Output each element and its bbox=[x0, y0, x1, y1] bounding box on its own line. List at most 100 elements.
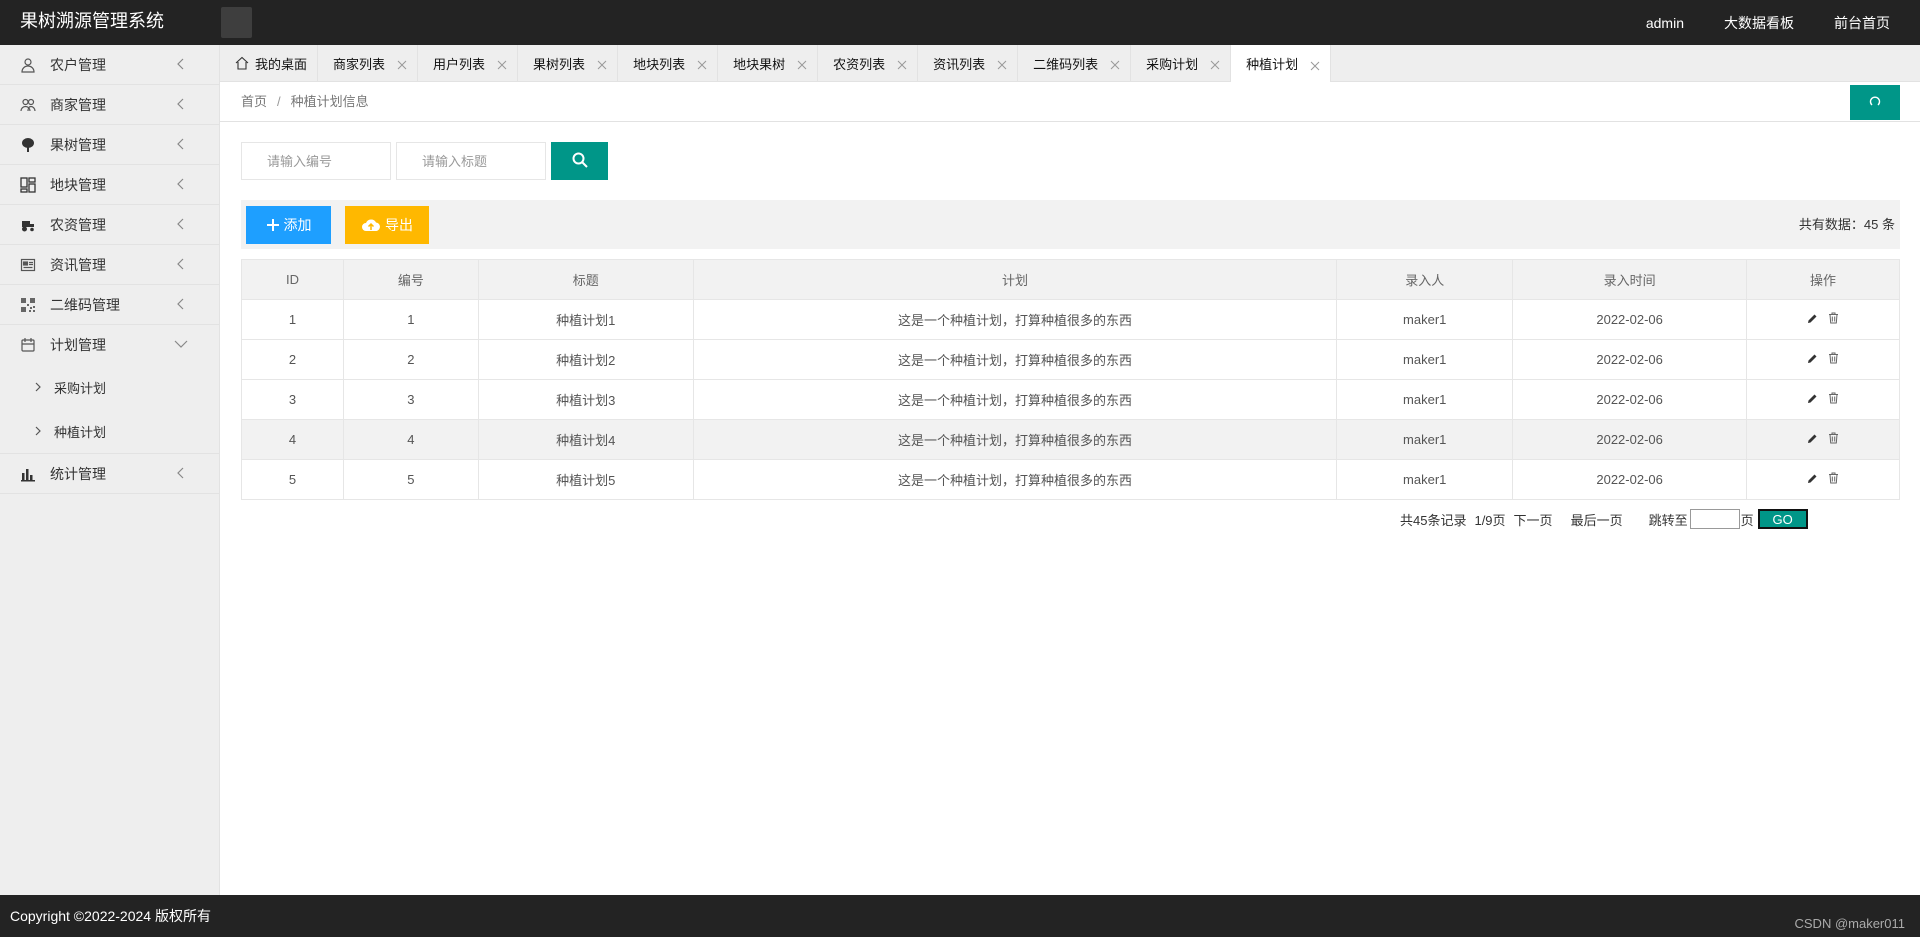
title-cell: 种植计划2 bbox=[477, 339, 694, 380]
creator-cell: maker1 bbox=[1336, 299, 1514, 340]
breadcrumb-home-link[interactable]: 首页 bbox=[241, 94, 267, 109]
delete-icon[interactable] bbox=[1828, 312, 1839, 327]
chevron-left-icon bbox=[173, 136, 189, 152]
sidebar-item-label: 果树管理 bbox=[50, 136, 106, 153]
sidebar-item-plan[interactable]: 计划管理 bbox=[0, 325, 219, 365]
sidebar-item-fruit-tree[interactable]: 果树管理 bbox=[0, 125, 219, 165]
page-unit-label: 页 bbox=[1740, 512, 1754, 528]
next-page-link[interactable]: 下一页 bbox=[1514, 510, 1553, 529]
top-header: 果树溯源管理系统 admin 大数据看板 前台首页 bbox=[0, 0, 1920, 45]
add-button-label: 添加 bbox=[283, 217, 312, 233]
tab-label: 农资列表 bbox=[833, 56, 886, 72]
sidebar-item-land[interactable]: 地块管理 bbox=[0, 165, 219, 205]
delete-icon[interactable] bbox=[1828, 352, 1839, 367]
menu-toggle-button[interactable] bbox=[221, 7, 252, 38]
news-icon bbox=[20, 257, 36, 273]
add-button[interactable]: 添加 bbox=[246, 206, 331, 244]
tab-user-list[interactable]: 用户列表 bbox=[418, 45, 519, 81]
table-row: 4 4 种植计划4 这是一个种植计划，打算种植很多的东西 maker1 2022-02-0… bbox=[241, 419, 1900, 460]
tab-land-fruit-tree[interactable]: 地块果树 bbox=[718, 45, 819, 81]
tab-label: 地块果树 bbox=[733, 56, 786, 72]
actions-cell bbox=[1746, 339, 1900, 380]
chevron-right-icon bbox=[32, 381, 44, 393]
close-icon[interactable] bbox=[1310, 59, 1320, 70]
close-icon[interactable] bbox=[997, 58, 1007, 70]
code-cell: 1 bbox=[342, 299, 479, 340]
refresh-button[interactable] bbox=[1850, 85, 1900, 120]
sidebar-item-label: 农户管理 bbox=[50, 56, 106, 73]
creator-cell: maker1 bbox=[1336, 339, 1514, 380]
sidebar-item-agri-supplies[interactable]: 农资管理 bbox=[0, 205, 219, 245]
table-toolbar: 添加 导出 共有数据：45 条 bbox=[241, 200, 1900, 249]
tree-icon bbox=[20, 137, 36, 153]
jump-page-input[interactable] bbox=[1689, 509, 1740, 529]
delete-icon[interactable] bbox=[1828, 392, 1839, 407]
title-search-input[interactable] bbox=[396, 142, 546, 180]
tab-planting-plan[interactable]: 种植计划 bbox=[1231, 45, 1332, 83]
tab-label: 地块列表 bbox=[633, 56, 686, 72]
tab-label: 商家列表 bbox=[333, 56, 386, 72]
column-header-code: 编号 bbox=[342, 259, 479, 300]
table-row: 5 5 种植计划5 这是一个种植计划，打算种植很多的东西 maker1 2022-02-0… bbox=[241, 459, 1900, 500]
delete-icon[interactable] bbox=[1828, 472, 1839, 487]
close-icon[interactable] bbox=[1210, 58, 1220, 70]
sidebar-item-news[interactable]: 资讯管理 bbox=[0, 245, 219, 285]
export-button[interactable]: 导出 bbox=[345, 206, 429, 244]
pagination: 共45条记录 1/9页 下一页 最后一页 跳转至 页 GO bbox=[1400, 508, 1808, 530]
tab-land-list[interactable]: 地块列表 bbox=[618, 45, 719, 81]
dashboard-link[interactable]: 大数据看板 bbox=[1724, 13, 1794, 33]
sidebar-item-farmer[interactable]: 农户管理 bbox=[0, 45, 219, 85]
edit-icon[interactable] bbox=[1807, 432, 1818, 447]
close-icon[interactable] bbox=[697, 58, 707, 70]
tab-merchant-list[interactable]: 商家列表 bbox=[318, 45, 419, 81]
sidebar-subitem-purchase-plan[interactable]: 采购计划 bbox=[0, 365, 219, 409]
chevron-right-icon bbox=[32, 425, 44, 437]
actions-cell bbox=[1746, 379, 1900, 420]
edit-icon[interactable] bbox=[1807, 472, 1818, 487]
close-icon[interactable] bbox=[497, 58, 507, 70]
column-header-created-time: 录入时间 bbox=[1512, 259, 1748, 300]
created-time-cell: 2022-02-06 bbox=[1512, 339, 1748, 380]
tab-qrcode-list[interactable]: 二维码列表 bbox=[1018, 45, 1132, 81]
table-row: 3 3 种植计划3 这是一个种植计划，打算种植很多的东西 maker1 2022-02-0… bbox=[241, 379, 1900, 420]
code-cell: 3 bbox=[342, 379, 479, 420]
plan-cell: 这是一个种植计划，打算种植很多的东西 bbox=[692, 299, 1338, 340]
search-button[interactable] bbox=[551, 142, 608, 180]
header-nav: admin 大数据看板 前台首页 bbox=[1606, 0, 1890, 45]
tab-fruit-tree-list[interactable]: 果树列表 bbox=[518, 45, 619, 81]
close-icon[interactable] bbox=[897, 58, 907, 70]
sidebar-subitem-label: 种植计划 bbox=[54, 424, 107, 440]
sidebar-item-label: 地块管理 bbox=[50, 176, 106, 193]
close-icon[interactable] bbox=[797, 58, 807, 70]
last-page-link[interactable]: 最后一页 bbox=[1571, 510, 1623, 529]
edit-icon[interactable] bbox=[1807, 312, 1818, 327]
edit-icon[interactable] bbox=[1807, 392, 1818, 407]
sidebar-subitem-planting-plan[interactable]: 种植计划 bbox=[0, 409, 219, 453]
user-menu[interactable]: admin bbox=[1646, 15, 1684, 31]
sidebar-item-merchant[interactable]: 商家管理 bbox=[0, 85, 219, 125]
tab-my-desktop[interactable]: 我的桌面 bbox=[220, 45, 319, 81]
code-search-input[interactable] bbox=[241, 142, 391, 180]
tab-agri-supplies-list[interactable]: 农资列表 bbox=[818, 45, 919, 81]
sidebar-item-qrcode[interactable]: 二维码管理 bbox=[0, 285, 219, 325]
column-header-id: ID bbox=[241, 259, 344, 300]
chart-icon bbox=[20, 466, 36, 482]
actions-cell bbox=[1746, 299, 1900, 340]
delete-icon[interactable] bbox=[1828, 432, 1839, 447]
tab-label: 我的桌面 bbox=[255, 56, 308, 72]
tab-purchase-plan[interactable]: 采购计划 bbox=[1131, 45, 1232, 81]
go-button[interactable]: GO bbox=[1757, 509, 1808, 529]
code-cell: 5 bbox=[342, 459, 479, 500]
sidebar-item-statistics[interactable]: 统计管理 bbox=[0, 454, 219, 494]
breadcrumb: 首页 / 种植计划信息 bbox=[241, 82, 369, 122]
tab-news-list[interactable]: 资讯列表 bbox=[918, 45, 1019, 81]
close-icon[interactable] bbox=[1110, 58, 1120, 70]
close-icon[interactable] bbox=[397, 58, 407, 70]
frontend-home-link[interactable]: 前台首页 bbox=[1834, 13, 1890, 33]
edit-icon[interactable] bbox=[1807, 352, 1818, 367]
cloud-upload-icon bbox=[362, 219, 380, 231]
tab-bar: 我的桌面 商家列表 用户列表 果树列表 地块列表 地块果树 农资列表 资讯列表 … bbox=[220, 45, 1920, 83]
close-icon[interactable] bbox=[597, 58, 607, 70]
title-cell: 种植计划5 bbox=[477, 459, 694, 500]
column-header-creator: 录入人 bbox=[1336, 259, 1514, 300]
